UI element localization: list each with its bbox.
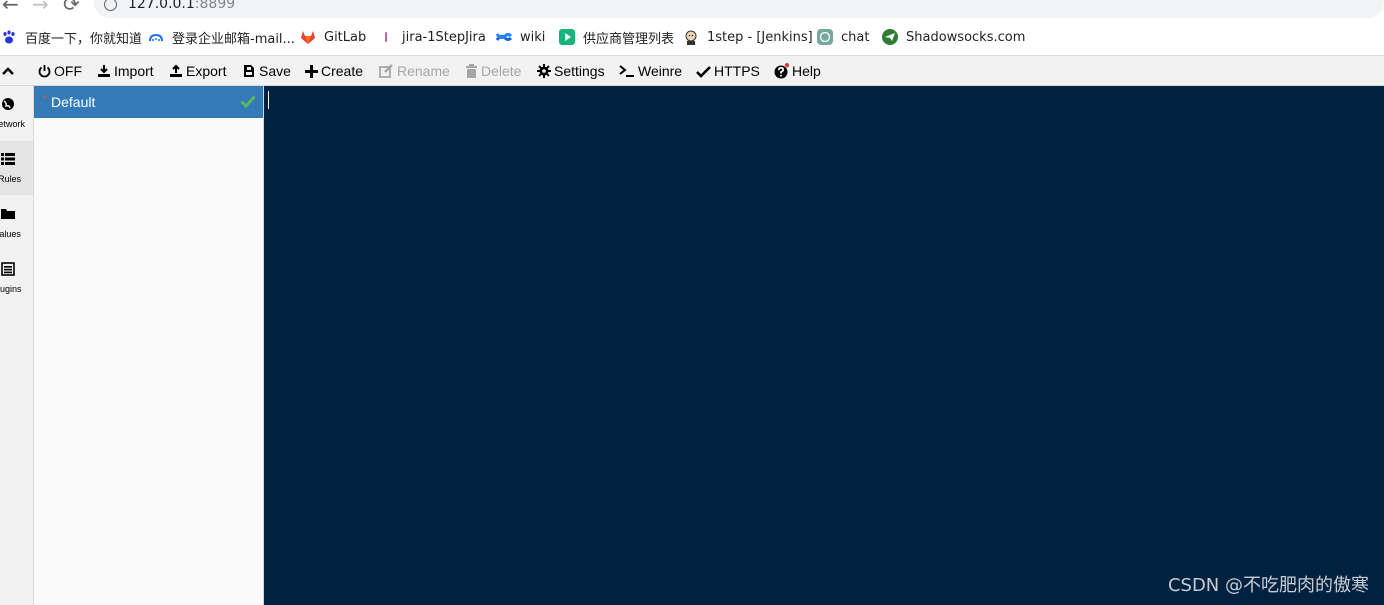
notification-dot [784,63,789,68]
delete-button[interactable]: Delete [465,62,521,80]
import-button[interactable]: Import [97,62,154,80]
save-label: Save [259,63,291,79]
gear-icon [537,64,551,78]
bookmark-label: 供应商管理列表 [583,31,675,47]
modified-marker: * [43,93,48,105]
export-button[interactable]: Export [169,62,226,80]
bookmark-label: GitLab [324,29,367,45]
save-file-icon [244,65,254,77]
jira-icon [385,32,387,42]
bookmark-label: chat [841,29,870,45]
check-icon [696,65,711,78]
nav-values-label: Values [0,229,21,239]
jenkins-icon [685,30,697,45]
off-button[interactable]: OFF [38,62,82,80]
reload-icon[interactable]: ⟳ [63,0,80,14]
bookmark-jira[interactable]: jira-1StepJira [378,29,486,45]
bookmark-baidu[interactable]: 百度一下，你就知道 [1,29,143,47]
rename-button[interactable]: Rename [379,62,450,80]
baidu-paw-icon [3,30,15,44]
rename-label: Rename [397,63,450,79]
https-label: HTTPS [714,63,760,79]
power-icon [38,65,51,78]
bookmark-jenkins[interactable]: 1step - [Jenkins] [683,29,813,45]
settings-label: Settings [554,63,605,79]
https-button[interactable]: HTTPS [696,62,760,80]
text-cursor [268,91,269,109]
weinre-label: Weinre [638,63,683,79]
browser-address-row: ← → ⟳ 127.0.0.1:8899 [0,0,1384,18]
nav-plugins-label: Plugins [0,284,22,294]
bookmark-label: jira-1StepJira [402,29,486,45]
help-label: Help [792,63,821,79]
nav-rules-label: Rules [0,174,22,184]
confluence-icon [496,33,512,41]
folder-icon [1,209,15,219]
back-arrow-icon[interactable]: ← [2,0,19,14]
bookmark-supplier[interactable]: 供应商管理列表 [559,29,675,47]
chatgpt-icon [817,29,833,45]
main-toolbar: OFF Import Export Save Create Rename Del… [0,56,1384,86]
export-label: Export [186,63,227,79]
bookmark-label: Shadowsocks.com [906,29,1026,45]
save-button[interactable]: Save [242,62,291,80]
bookmark-wiki[interactable]: wiki [496,29,545,45]
bookmark-mail[interactable]: 登录企业邮箱-mail... [148,29,295,47]
bookmarks-bar: 百度一下，你就知道 登录企业邮箱-mail... GitLab jira-1St… [0,18,1384,56]
bookmark-label: 登录企业邮箱-mail... [172,31,295,47]
nav-values[interactable]: Values [0,196,33,250]
rules-list-panel: * Default [34,86,264,605]
rule-item-default[interactable]: * Default [34,86,263,118]
url-bar[interactable]: 127.0.0.1:8899 [94,0,1384,18]
weinre-button[interactable]: Weinre [619,62,682,80]
export-icon [170,64,182,77]
paper-plane-icon [882,29,898,45]
trash-icon [466,64,477,78]
rule-name: Default [51,94,96,110]
import-icon [98,65,110,77]
plus-icon [305,64,318,78]
bookmark-shadowsocks[interactable]: Shadowsocks.com [882,29,1025,45]
side-nav-rail: Network Rules Values Plugins [0,86,34,605]
globe-icon [2,98,14,110]
nav-rules[interactable]: Rules [0,141,33,195]
bookmark-gitlab[interactable]: GitLab [300,29,366,45]
forward-arrow-icon[interactable]: → [32,0,49,14]
create-label: Create [321,63,364,79]
help-question-icon [774,63,789,79]
active-check-icon [240,95,256,108]
url-text[interactable]: 127.0.0.1:8899 [128,0,235,12]
terminal-icon [619,65,634,77]
bookmark-label: 1step - [Jenkins] [707,29,813,45]
bookmark-label: 百度一下，你就知道 [25,31,143,47]
list-icon [1,153,15,165]
nav-network-label: Network [0,119,26,129]
watermark: CSDN @不吃肥肉的傲寒 [1167,575,1369,596]
chevron-up-icon [2,67,14,75]
settings-button[interactable]: Settings [537,62,605,80]
bookmark-label: wiki [520,29,546,45]
create-button[interactable]: Create [305,62,363,80]
off-label: OFF [54,63,82,79]
play-icon [559,29,575,45]
nav-network[interactable]: Network [0,86,33,140]
help-button[interactable]: Help [773,62,821,80]
site-info-icon[interactable] [104,0,117,11]
nav-plugins[interactable]: Plugins [0,251,33,305]
delete-label: Delete [481,63,522,79]
plugin-list-icon [1,262,15,276]
rules-editor[interactable]: CSDN @不吃肥肉的傲寒 [264,86,1384,605]
import-label: Import [114,63,154,79]
mail-cloud-icon [149,33,163,42]
collapse-button[interactable] [2,62,14,80]
edit-icon [379,64,393,78]
bookmark-chat[interactable]: chat [817,29,869,45]
gitlab-fox-icon [301,31,315,44]
